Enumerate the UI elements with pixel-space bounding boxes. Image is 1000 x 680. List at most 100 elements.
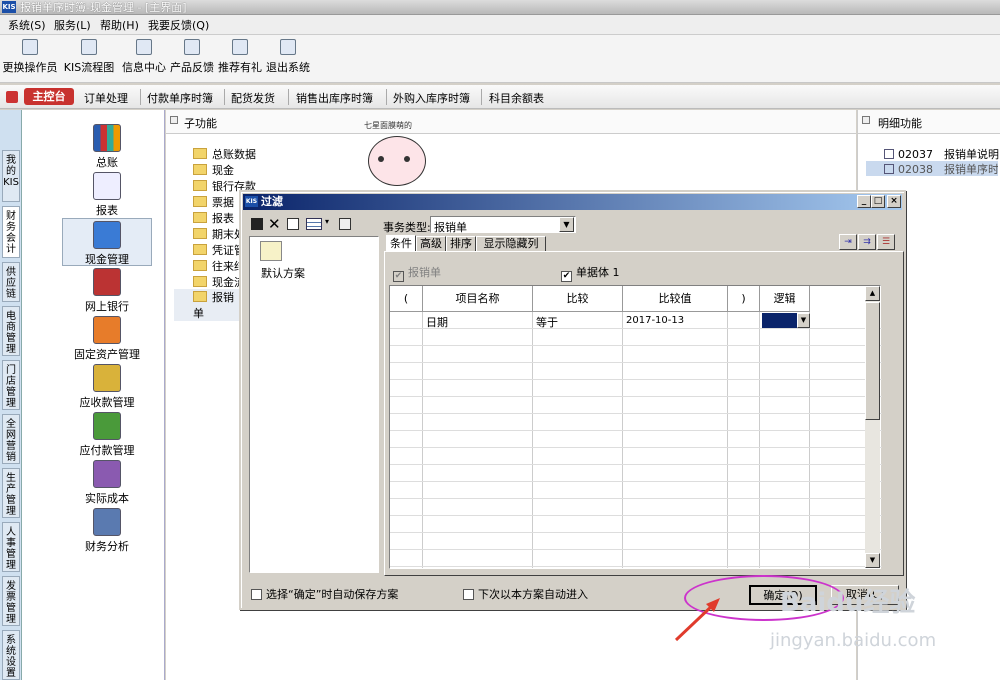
menu-help[interactable]: 帮助(H)	[100, 17, 139, 33]
maximize-icon[interactable]: □	[871, 195, 885, 208]
module-fixed-assets[interactable]: 固定资产管理	[62, 316, 152, 362]
tab-supply-chain[interactable]: 供应链	[2, 262, 20, 302]
kis-flowchart-button[interactable]: KIS流程图	[58, 39, 120, 75]
sub-item[interactable]: 现金流	[193, 274, 245, 290]
chk-auto-save-scheme[interactable]: 选择“确定”时自动保存方案	[251, 586, 398, 602]
tab-my-kis[interactable]: 我的KIS	[2, 150, 20, 202]
copy-icon[interactable]	[287, 218, 299, 230]
table-row[interactable]	[390, 533, 882, 550]
tab-finance[interactable]: 财务会计	[2, 206, 20, 258]
delete-row-icon[interactable]: ☰	[877, 234, 895, 250]
sub-item[interactable]: 报表	[193, 210, 234, 226]
detail-item-selected[interactable]: 02038 报销单序时簿	[866, 161, 998, 176]
money-bag-icon	[93, 364, 121, 392]
tab-condition[interactable]: 条件	[386, 235, 416, 252]
type-select[interactable]: 报销单 ▼	[430, 216, 576, 234]
menu-system[interactable]: 系统(S)	[8, 17, 46, 33]
save-icon[interactable]	[251, 218, 263, 230]
sub-item[interactable]: 往来结	[193, 258, 245, 274]
tab-show-hide-columns[interactable]: 显示隐藏列	[476, 236, 546, 252]
collapse-icon[interactable]	[862, 116, 870, 124]
table-row[interactable]	[390, 363, 882, 380]
scroll-down-icon[interactable]: ▼	[865, 553, 880, 568]
chk-auto-enter[interactable]: 下次以本方案自动进入	[463, 586, 588, 602]
table-row[interactable]	[390, 397, 882, 414]
sub-item[interactable]: 凭证管	[193, 242, 245, 258]
cell-item-name[interactable]: 日期	[426, 314, 448, 330]
cell-compare-value[interactable]: 2017-10-13	[626, 315, 684, 326]
scheme-folder-icon[interactable]	[260, 241, 282, 261]
sub-item[interactable]: 总账数据	[193, 146, 256, 162]
tab-sort[interactable]: 排序	[446, 236, 476, 252]
table-row[interactable]	[390, 329, 882, 346]
chk-expense-form[interactable]: ✔ 报销单	[393, 264, 441, 282]
scroll-thumb[interactable]	[865, 302, 880, 420]
dropdown-arrow-icon[interactable]: ▾	[325, 217, 329, 226]
nav-item-sales-out[interactable]: 销售出库序时簿	[296, 90, 373, 106]
vertical-scrollbar[interactable]: ▲ ▼	[865, 286, 880, 568]
nav-main-console[interactable]: 主控台	[24, 88, 74, 105]
sub-item[interactable]: 票据	[193, 194, 234, 210]
insert-row-icon[interactable]: ⇥	[839, 234, 857, 250]
sub-item[interactable]: 期末处	[193, 226, 245, 242]
table-row[interactable]	[390, 346, 882, 363]
table-row[interactable]	[390, 380, 882, 397]
module-cash-management[interactable]: 现金管理	[62, 218, 152, 266]
nav-dropdown-icon[interactable]	[6, 91, 18, 103]
module-payables[interactable]: 应付款管理	[62, 412, 152, 458]
module-receivables[interactable]: 应收款管理	[62, 364, 152, 410]
chevron-down-icon[interactable]: ▼	[559, 217, 574, 232]
tab-production[interactable]: 生产管理	[2, 468, 20, 518]
chk-document-body[interactable]: ✔ 单据体 1	[561, 264, 620, 282]
tab-settings[interactable]: 系统设置	[2, 630, 20, 680]
nav-item-order[interactable]: 订单处理	[84, 90, 128, 106]
switch-operator-button[interactable]: 更换操作员	[0, 39, 60, 75]
nav-item-purchase-in[interactable]: 外购入库序时簿	[393, 90, 470, 106]
scheme-default[interactable]: 默认方案	[261, 265, 305, 281]
detail-item[interactable]: 02037 报销单说明	[884, 146, 999, 162]
table-row[interactable]	[390, 414, 882, 431]
module-actual-cost[interactable]: 实际成本	[62, 460, 152, 506]
cell-compare[interactable]: 等于	[536, 314, 558, 330]
module-general-ledger[interactable]: 总账	[62, 124, 152, 170]
module-report[interactable]: 报表	[62, 172, 152, 218]
delete-icon[interactable]: ✕	[268, 215, 281, 233]
analysis-icon	[93, 508, 121, 536]
append-row-icon[interactable]: ⇉	[858, 234, 876, 250]
table-row[interactable]	[390, 499, 882, 516]
menu-service[interactable]: 服务(L)	[54, 17, 91, 33]
table-row[interactable]: 日期 等于 2017-10-13 ▼	[390, 312, 882, 329]
module-financial-analysis[interactable]: 财务分析	[62, 508, 152, 554]
collapse-icon[interactable]	[170, 116, 178, 124]
export-icon[interactable]	[339, 218, 351, 230]
tab-hr[interactable]: 人事管理	[2, 522, 20, 572]
nav-item-payment[interactable]: 付款单序时簿	[147, 90, 213, 106]
tab-invoice[interactable]: 发票管理	[2, 576, 20, 626]
minimize-icon[interactable]: _	[857, 195, 871, 208]
nav-item-balance[interactable]: 科目余额表	[489, 90, 544, 106]
tab-ecommerce[interactable]: 电商管理	[2, 306, 20, 356]
cell-logic-select[interactable]	[762, 313, 797, 328]
table-row[interactable]	[390, 550, 882, 567]
menu-feedback[interactable]: 我要反馈(Q)	[148, 17, 209, 33]
tab-marketing[interactable]: 全网营销	[2, 414, 20, 464]
sub-item-selected[interactable]: 报销单	[174, 289, 244, 321]
sub-item[interactable]: 现金	[193, 162, 234, 178]
exit-system-button[interactable]: 退出系统	[258, 39, 318, 75]
nav-item-delivery[interactable]: 配货发货	[231, 90, 275, 106]
table-row[interactable]	[390, 516, 882, 533]
table-icon[interactable]	[306, 218, 322, 230]
table-row[interactable]	[390, 448, 882, 465]
close-icon[interactable]: ×	[887, 195, 901, 208]
tab-store[interactable]: 门店管理	[2, 360, 20, 410]
table-row[interactable]	[390, 465, 882, 482]
nav-separator	[481, 89, 482, 105]
tab-advanced[interactable]: 高级	[416, 236, 446, 252]
cost-cube-icon	[93, 460, 121, 488]
sticker-bunny: 七星面膜萌的	[364, 121, 434, 196]
chevron-down-icon[interactable]: ▼	[797, 313, 810, 328]
module-online-bank[interactable]: 网上银行	[62, 268, 152, 314]
table-row[interactable]	[390, 431, 882, 448]
scroll-up-icon[interactable]: ▲	[865, 286, 880, 301]
table-row[interactable]	[390, 482, 882, 499]
